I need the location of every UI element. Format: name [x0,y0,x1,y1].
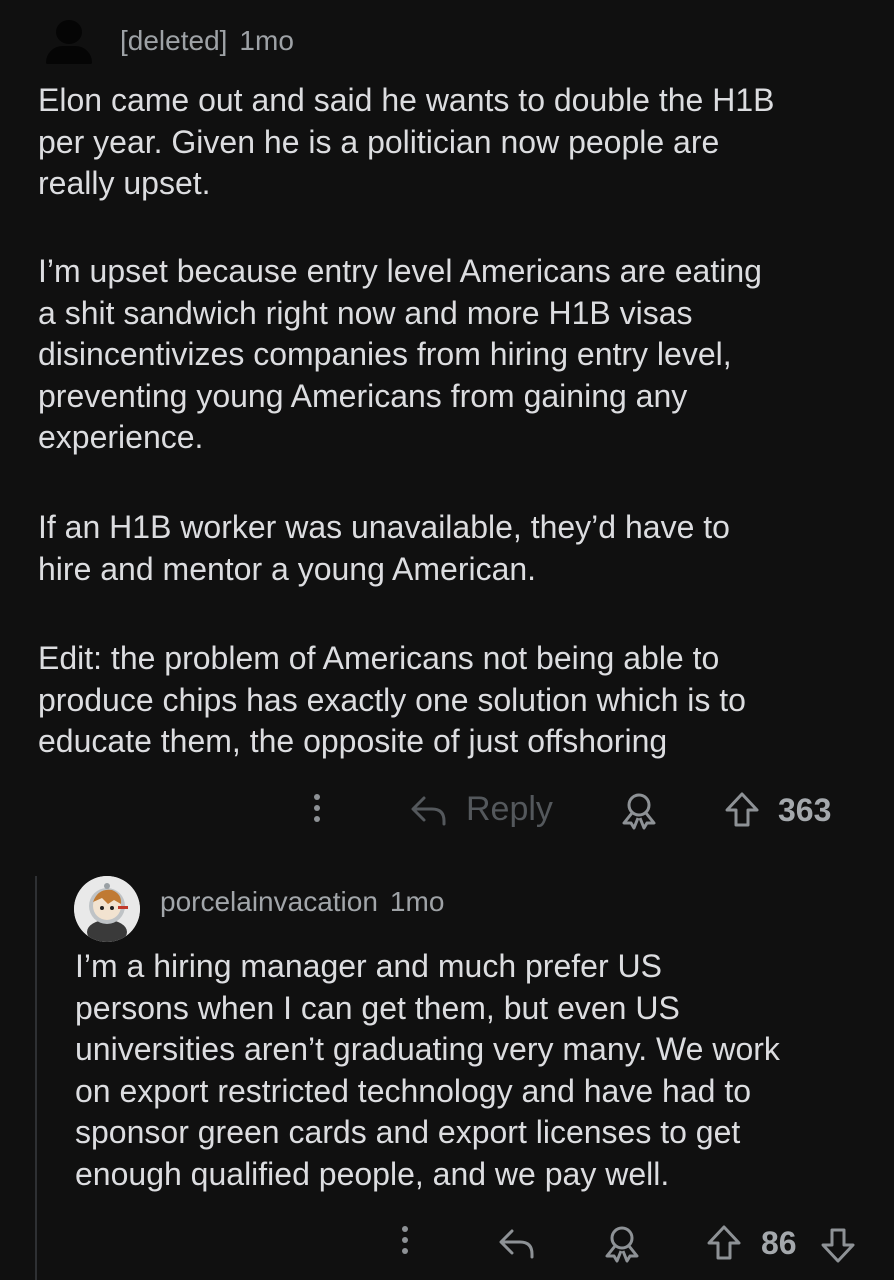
text-line: enough qualified people, and we pay well… [75,1155,670,1192]
text-line: hire and mentor a young American. [38,550,537,587]
comment-author[interactable]: porcelainvacation [160,886,378,918]
text-line: I’m a hiring manager and much prefer US [75,948,662,984]
paragraph-4: Edit: the problem of Americans not being… [38,638,868,763]
award-icon[interactable] [619,791,659,831]
text-line: per year. Given he is a politician now p… [38,123,720,160]
text-line: disincentivizes companies from hiring en… [38,336,732,372]
text-line: I’m upset because entry level Americans … [38,253,762,289]
text-line: universities aren’t graduating very many… [75,1031,780,1067]
text-line: produce chips has exactly one solution w… [38,681,746,718]
text-line: educate them, the opposite of just offsh… [38,723,668,759]
text-line: on export restricted technology and have… [75,1072,751,1109]
comment-time: 1mo [239,25,294,56]
text-line: preventing young Americans from gaining … [38,377,688,414]
comment-time: 1mo [389,886,445,917]
text-line: Elon came out and said he wants to doubl… [38,82,775,118]
comment-body-paragraph-2: I’m upset because entry level Americans … [38,251,868,459]
reply-button[interactable]: Reply [466,790,553,829]
paragraph-1: I’m a hiring manager and much prefer US … [75,946,875,1195]
comment-meta: porcelainvacation 1mo [160,886,444,918]
comment-body-paragraph-3: If an H1B worker was unavailable, they’d… [38,507,868,590]
text-line: If an H1B worker was unavailable, they’d… [38,509,730,545]
text-line: persons when I can get them, but even US [75,989,680,1026]
user-avatar-icon[interactable] [74,876,140,942]
text-line: experience. [38,419,204,455]
paragraph-3: If an H1B worker was unavailable, they’d… [38,507,868,590]
text-line: sponsor green cards and export licenses … [75,1114,741,1150]
reply-arrow-icon[interactable] [496,1225,536,1261]
comment-header: [deleted] 1mo [40,18,294,64]
award-icon[interactable] [602,1224,642,1264]
thread-line[interactable] [35,876,37,1280]
comment-body-paragraph-4: Edit: the problem of Americans not being… [38,638,868,763]
comment-body: Elon came out and said he wants to doubl… [38,80,868,205]
upvote-arrow-icon[interactable] [706,1224,742,1262]
comment-author[interactable]: [deleted] [120,25,227,57]
text-line: really upset. [38,165,211,201]
upvote-arrow-icon[interactable] [724,791,760,829]
score-count: 363 [778,792,832,828]
more-vertical-icon[interactable] [313,794,321,822]
reply-arrow-icon[interactable] [408,792,448,828]
comment-meta: [deleted] 1mo [120,25,294,57]
paragraph-2: I’m upset because entry level Americans … [38,251,868,459]
text-line: Edit: the problem of Americans not being… [38,640,720,676]
more-vertical-icon[interactable] [401,1226,409,1254]
score-count: 86 [761,1225,797,1261]
deleted-user-avatar-icon[interactable] [40,18,96,64]
downvote-arrow-icon[interactable] [820,1226,856,1264]
paragraph-1: Elon came out and said he wants to doubl… [38,80,868,205]
text-line: a shit sandwich right now and more H1B v… [38,294,693,331]
comment-body: I’m a hiring manager and much prefer US … [75,946,875,1195]
